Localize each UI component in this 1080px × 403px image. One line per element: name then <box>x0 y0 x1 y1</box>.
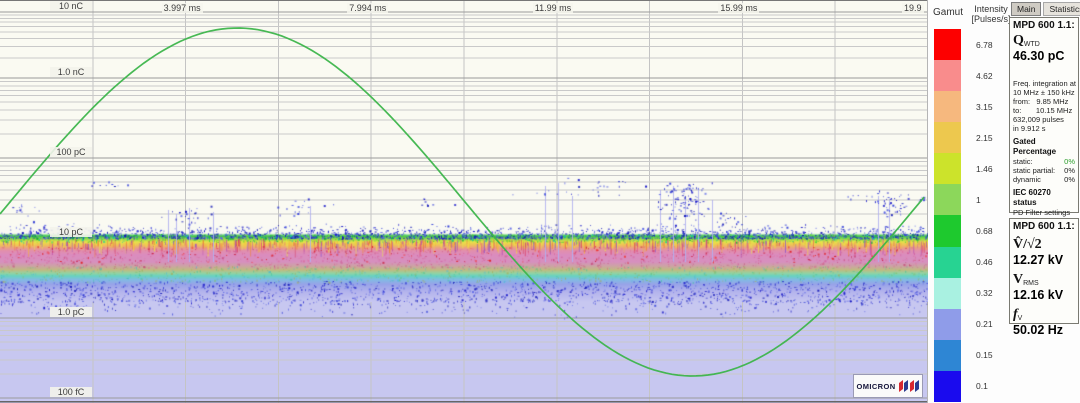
charge-tick-label: 1.0 pC <box>50 307 92 317</box>
time-tick-label: 15.99 ms <box>718 3 760 13</box>
time-tick-label: 19.9 <box>902 3 924 13</box>
gated-row-value: 0% <box>1064 166 1075 175</box>
freq-info-line: to: 10.15 MHz <box>1013 106 1073 115</box>
gated-row-label: dynamic <box>1013 175 1041 184</box>
gated-row: static partial: 0% <box>1013 166 1075 175</box>
time-tick-label: 7.994 ms <box>347 3 389 13</box>
quantity-value: 50.02 Hz <box>1013 323 1064 337</box>
panel-tabs: MainStatistics <box>1011 2 1080 16</box>
gamut-level-2.15 <box>934 122 961 154</box>
gamut-level-label: 3.15 <box>976 101 993 112</box>
gamut-level-3.15 <box>934 91 961 123</box>
gated-row-value: 0% <box>1064 175 1075 184</box>
voltage-info-box: MPD 600 1.1: V̂/√2 12.27 kV VRMS 12.16 kV fV… <box>1009 218 1079 337</box>
iec-status-title: IEC 60270 status <box>1013 188 1051 207</box>
device-title: MPD 600 1.1: <box>1013 20 1075 31</box>
gamut-level-label: 0.15 <box>976 350 993 361</box>
gamut-level-1 <box>934 184 961 216</box>
gamut-color-bar <box>934 29 961 402</box>
gamut-level-0.15 <box>934 339 961 371</box>
device-title: MPD 600 1.1: <box>1013 221 1075 232</box>
qwtd-value: 46.30 pC <box>1013 49 1065 63</box>
voltage-row: V̂/√2 12.27 kV <box>1013 235 1075 268</box>
gated-row-label: static partial: <box>1013 166 1056 175</box>
gamut-level-label: 0.46 <box>976 257 993 268</box>
freq-integration-info: Freq. integration at 10 MHz ± 150 kHz from… <box>1013 79 1076 133</box>
gamut-level-1.46 <box>934 153 961 185</box>
quantity-value: 12.16 kV <box>1013 288 1064 302</box>
gamut-level-label: 0.68 <box>976 226 993 237</box>
omicron-watermark: OMICRON <box>853 374 923 398</box>
charge-tick-label: 100 pC <box>50 147 92 157</box>
prpd-chart-area[interactable]: 3.997 ms 7.994 ms 11.99 ms 15.99 ms 19.9 10 … <box>0 0 928 403</box>
voltage-row: fV 50.02 Hz <box>1013 305 1075 338</box>
gated-row: static: 0% <box>1013 157 1075 166</box>
qwtd-symbol: QWTD <box>1013 33 1040 49</box>
gamut-level-0.21 <box>934 308 961 340</box>
right-panel: Gamut Intensity [Pulses/s] Main Statistic… <box>928 0 1080 403</box>
gamut-level-label: 0.1 <box>976 381 988 392</box>
tab-statistics[interactable]: Statistics <box>1043 2 1080 16</box>
time-tick-label: 3.997 ms <box>161 3 203 13</box>
intensity-legend-title: Intensity <box>974 4 1008 14</box>
charge-tick-label: 100 fC <box>50 387 92 397</box>
omicron-logo-icon <box>898 380 919 392</box>
gated-row: dynamic 0% <box>1013 175 1075 184</box>
freq-info-line: in 9.912 s <box>1013 124 1046 133</box>
charge-tick-label: 10 pC <box>50 227 92 237</box>
gamut-level-label: 4.62 <box>976 70 993 81</box>
quantity-subscript: RMS <box>1023 280 1039 287</box>
omicron-logo-text: OMICRON <box>856 381 896 391</box>
gamut-level-label: 2.15 <box>976 132 993 143</box>
freq-info-line: 632,009 pulses <box>1013 115 1064 124</box>
voltage-rows: V̂/√2 12.27 kV VRMS 12.16 kV fV 50.02 Hz <box>1013 235 1075 338</box>
freq-info-line: from: 9.85 MHz <box>1013 97 1069 106</box>
qwtd-info-box: MPD 600 1.1: QWTD 46.30 pC Freq. integra… <box>1009 17 1079 244</box>
gated-percentage-title: Gated Percentage <box>1013 137 1057 156</box>
charge-tick-label: 10 nC <box>50 1 92 11</box>
voltage-sine-wave <box>0 27 925 377</box>
gated-row-value: 0% <box>1064 157 1075 166</box>
gamut-level-0.68 <box>934 215 961 247</box>
gamut-label: Gamut <box>932 7 963 18</box>
gamut-level-label: 0.21 <box>976 319 993 330</box>
quantity-symbol: V̂/√2 <box>1013 237 1042 252</box>
gamut-level-4.62 <box>934 60 961 92</box>
quantity-symbol: V <box>1013 272 1024 287</box>
quantity-value: 12.27 kV <box>1013 253 1064 267</box>
mpd-app-window: 3.997 ms 7.994 ms 11.99 ms 15.99 ms 19.9 10 … <box>0 0 1080 403</box>
freq-info-line: 10 MHz ± 150 kHz <box>1013 88 1075 97</box>
gamut-level-0.1 <box>934 370 961 402</box>
freq-info-line: Freq. integration at <box>1013 79 1076 88</box>
gamut-level-label: 1.46 <box>976 163 993 174</box>
charge-tick-label: 1.0 nC <box>50 67 92 77</box>
gated-percentage-rows: static: 0% static partial: 0% dynamic 0% <box>1013 157 1075 184</box>
gamut-level-0.32 <box>934 277 961 309</box>
quantity-subscript: V <box>1017 315 1023 322</box>
gated-row-label: static: <box>1013 157 1033 166</box>
gamut-level-label: 6.78 <box>976 39 993 50</box>
tab-main[interactable]: Main <box>1011 2 1042 16</box>
gamut-level-0.46 <box>934 246 961 278</box>
gamut-level-label: 1 <box>976 194 981 205</box>
time-tick-label: 11.99 ms <box>532 3 574 13</box>
gamut-level-label: 0.32 <box>976 288 993 299</box>
gamut-level-6.78 <box>934 29 961 61</box>
voltage-row: VRMS 12.16 kV <box>1013 270 1075 303</box>
